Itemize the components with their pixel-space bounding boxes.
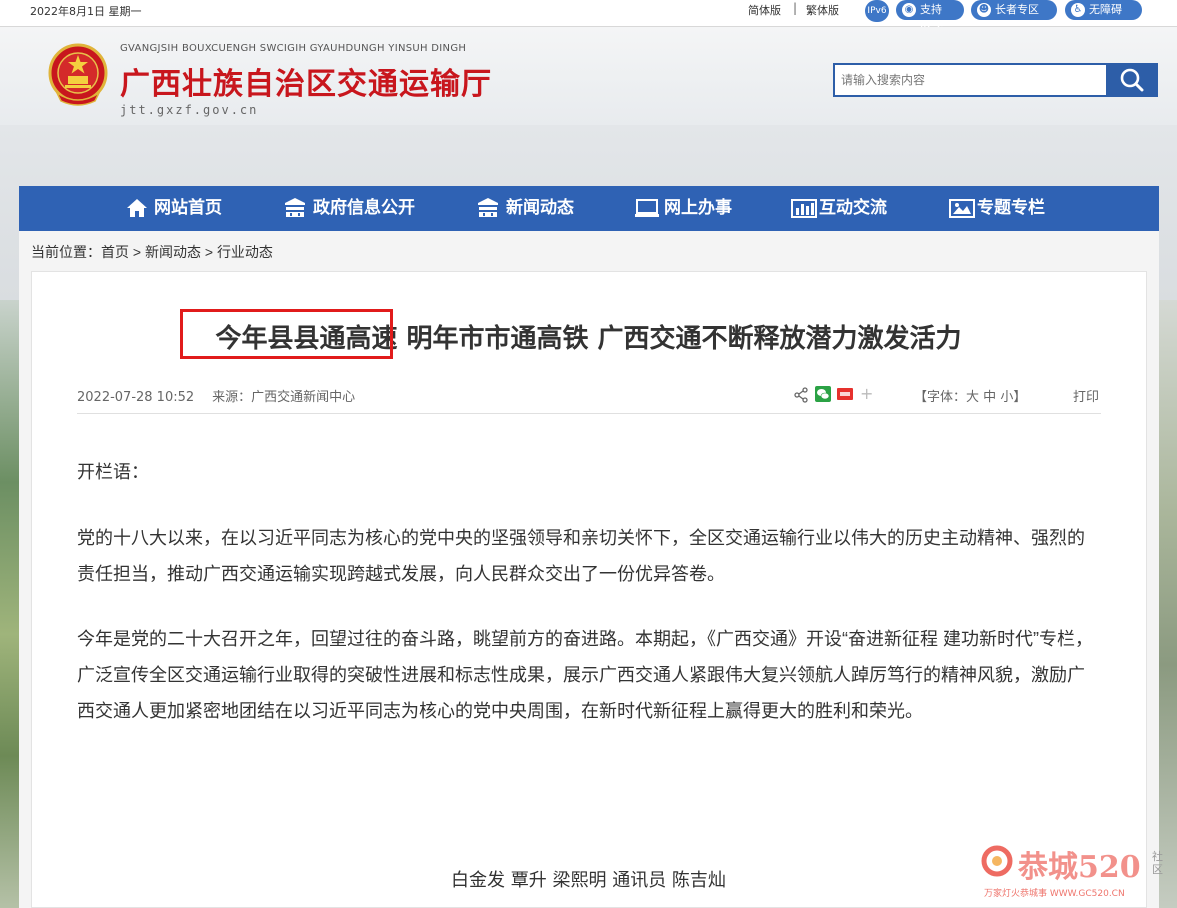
article-paragraph: 今年是党的二十大召开之年，回望过往的奋斗路，眺望前方的奋进路。本期起，《广西交通… [77, 629, 1093, 721]
pinyin-subtitle: GVANGJSIH BOUXCUENGH SWCIGIH GYAUHDUNGH … [120, 43, 467, 54]
ipv6-badge-icon[interactable]: IPv6 [865, 0, 889, 22]
meta-divider [77, 413, 1101, 414]
chart-icon [791, 199, 817, 218]
breadcrumb-home[interactable]: 首页 [101, 244, 129, 260]
font-size-large[interactable]: 大 [966, 390, 979, 405]
font-size-medium[interactable]: 中 [983, 390, 996, 405]
font-size-control: 【字体：大 中 小】 [914, 386, 1026, 405]
search-icon [1120, 68, 1144, 92]
font-ctrl-open: 【字体： [914, 390, 967, 405]
current-date: 2022年8月1日 星期一 [30, 5, 142, 18]
nav-label-home: 网站首页 [154, 198, 222, 218]
more-share-icon[interactable]: + [860, 384, 873, 403]
article-datetime: 2022-07-28 10:52 [77, 390, 195, 405]
search-button[interactable] [1106, 63, 1158, 97]
article-meta: 2022-07-28 10:52 来源：广西交通新闻中心 [77, 386, 355, 405]
weibo-icon[interactable] [837, 388, 853, 400]
ipv6-support-button[interactable]: ◉ 支持IPv6 [896, 0, 964, 36]
watermark-sub: 社区 [1152, 850, 1163, 876]
site-watermark: 恭城520 社区 万家灯火恭城事 WWW.GC520.CN [980, 842, 1177, 908]
nav-label-gov-info: 政府信息公开 [313, 198, 415, 218]
home-icon [127, 199, 147, 217]
picture-icon [949, 199, 975, 218]
top-bar: 2022年8月1日 星期一 简体版 | 繁体版 IPv6 ◉ 支持IPv6 ☻ … [0, 0, 1177, 36]
search-input[interactable] [833, 63, 1106, 97]
building-icon [478, 198, 498, 217]
breadcrumb-industry-news[interactable]: 行业动态 [217, 244, 273, 260]
wechat-icon[interactable] [815, 386, 831, 402]
article-paragraph: 开栏语： [77, 462, 149, 482]
print-button[interactable]: 打印 [1073, 386, 1099, 405]
watermark-slogan: 万家灯火恭城事 WWW.GC520.CN [984, 889, 1125, 899]
wheelchair-icon: ♿ [1071, 3, 1085, 17]
nav-item-home[interactable]: 网站首页 [126, 186, 238, 231]
national-emblem-icon[interactable] [47, 43, 109, 107]
nav-label-special-topics: 专题专栏 [977, 198, 1045, 218]
ipv6-icon: ◉ [902, 3, 916, 17]
share-toolbar: + [793, 384, 883, 405]
share-icon[interactable] [793, 387, 809, 403]
elder-zone-label: 长者专区 [995, 3, 1039, 16]
watermark-brand: 恭城520 [1018, 850, 1141, 885]
nav-item-interaction[interactable]: 互动交流 [791, 186, 911, 231]
article-source: 来源：广西交通新闻中心 [212, 390, 356, 405]
nav-item-gov-info[interactable]: 政府信息公开 [283, 186, 433, 231]
nav-label-news: 新闻动态 [506, 198, 574, 218]
nav-item-news[interactable]: 新闻动态 [476, 186, 594, 231]
traditional-chinese-link[interactable]: 繁体版 [806, 2, 839, 18]
breadcrumb-separator: > [200, 244, 217, 260]
building-icon [285, 198, 305, 217]
article-title: 今年县县通高速 明年市市通高铁 广西交通不断释放潜力激发活力 [215, 324, 962, 354]
main-navigation: 网站首页 政府信息公开 新闻动态 网上办事 互动交流 专题专栏 [19, 186, 1159, 231]
breadcrumb: 当前位置：首页 > 新闻动态 > 行业动态 [31, 242, 273, 262]
site-header: GVANGJSIH BOUXCUENGH SWCIGIH GYAUHDUNGH … [0, 27, 1177, 125]
site-domain: jtt.gxzf.gov.cn [120, 103, 259, 117]
nav-label-online-service: 网上办事 [664, 198, 732, 218]
site-title[interactable]: 广西壮族自治区交通运输厅 [120, 59, 492, 103]
font-ctrl-close: 】 [1013, 390, 1027, 405]
breadcrumb-news[interactable]: 新闻动态 [145, 244, 201, 260]
nav-item-special-topics[interactable]: 专题专栏 [949, 186, 1069, 231]
accessibility-label: 无障碍 [1089, 3, 1122, 16]
elder-user-icon: ☻ [977, 3, 991, 17]
font-size-small[interactable]: 小 [1000, 390, 1013, 405]
breadcrumb-prefix: 当前位置： [31, 244, 101, 260]
watermark-logo-icon [981, 845, 1013, 877]
simplified-chinese-link[interactable]: 简体版 [748, 2, 781, 18]
monitor-icon [635, 199, 659, 217]
article-paragraph: 党的十八大以来，在以习近平同志为核心的党中央的坚强领导和亲切关怀下，全区交通运输… [77, 528, 1085, 584]
accessibility-button[interactable]: ♿ 无障碍 [1065, 0, 1142, 20]
lang-separator: | [793, 1, 798, 15]
nav-item-online-service[interactable]: 网上办事 [634, 186, 754, 231]
nav-label-interaction: 互动交流 [819, 198, 887, 218]
elder-zone-button[interactable]: ☻ 长者专区 [971, 0, 1057, 20]
highlight-annotation-box [180, 309, 393, 359]
breadcrumb-separator: > [129, 244, 145, 260]
